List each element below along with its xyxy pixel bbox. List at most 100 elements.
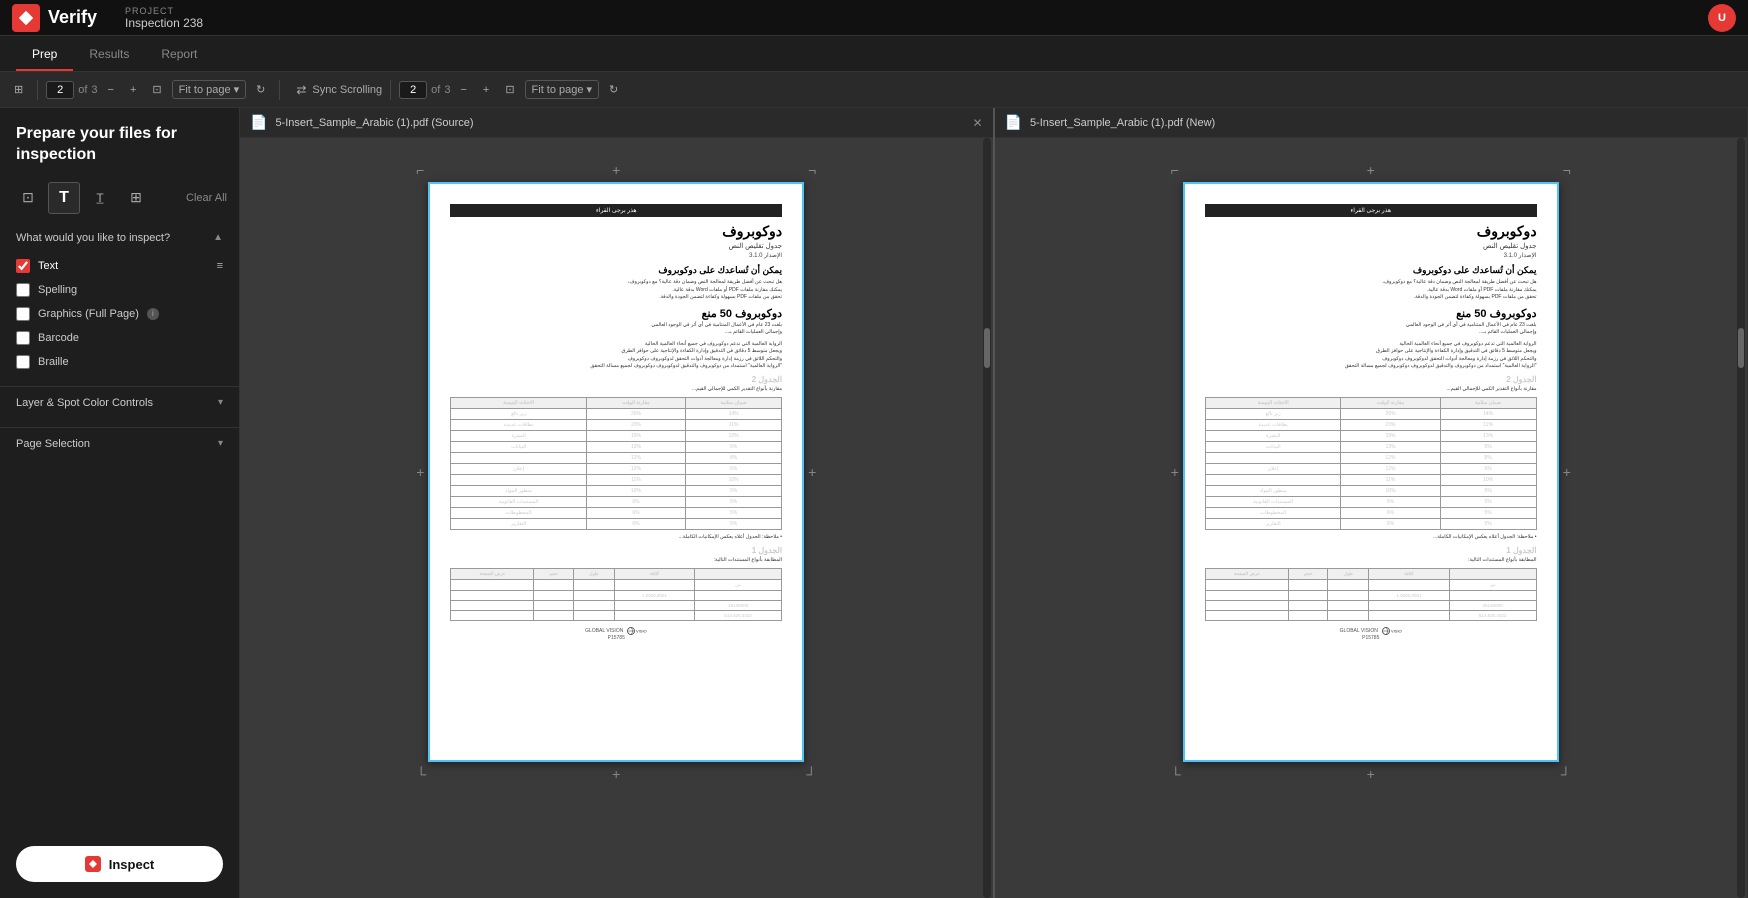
left-panel-close-button[interactable]: ✕ <box>972 116 982 130</box>
option-braille: Braille <box>16 350 223 374</box>
right-doc-footer: GLOBAL VISION VISION P15785 <box>1205 627 1537 641</box>
inspect-button[interactable]: Inspect <box>16 846 223 882</box>
right-pdf-icon: 📄 <box>1005 114 1022 131</box>
left-fit-chevron: ▾ <box>234 83 240 96</box>
left-corner-tl-icon: ⌐ <box>416 162 424 178</box>
left-fit-toggle[interactable]: ⊡ <box>146 79 167 100</box>
right-page-input[interactable]: 2 <box>399 81 427 99</box>
page-selection-chevron-icon: ▾ <box>218 438 223 449</box>
region-tool-button[interactable]: ⊞ <box>120 182 152 214</box>
left-refresh-button[interactable]: ↻ <box>250 79 271 100</box>
svg-text:VISION: VISION <box>636 629 647 634</box>
right-cross-top-icon: + <box>1367 162 1375 178</box>
project-label: PROJECT <box>125 6 203 16</box>
text-alt-tool-button[interactable]: T̲ <box>84 182 116 214</box>
spelling-label[interactable]: Spelling <box>38 284 77 296</box>
left-page-minus[interactable]: − <box>102 80 120 100</box>
right-cross-left-icon: + <box>1171 464 1179 480</box>
text-filter-icon[interactable]: ≡ <box>217 260 223 272</box>
left-note: • ملاحظة: الجدول أعلاه يعكس الإمكانيات ا… <box>450 534 782 542</box>
right-fit-toggle[interactable]: ⊡ <box>499 79 520 100</box>
right-panel-header: 📄 5-Insert_Sample_Arabic (1).pdf (New) <box>995 108 1748 138</box>
right-fit-page-button[interactable]: Fit to page ▾ <box>525 80 600 99</box>
right-doc-main: دوكوبروف جدول تقليص النص الإصدار 3.1.0 <box>1205 223 1537 259</box>
inspect-options: Text ≡ Spelling Graphics (Full Page) i B… <box>0 250 239 378</box>
user-avatar[interactable]: U <box>1708 4 1736 32</box>
left-bottom-controls: └ + ┘ <box>416 762 816 786</box>
left-doc-header-text: هذر برجى القراء <box>596 208 637 214</box>
nav-tabs: Prep Results Report <box>0 36 1748 72</box>
barcode-checkbox[interactable] <box>16 331 30 345</box>
right-refresh-button[interactable]: ↻ <box>603 79 624 100</box>
inspect-section-header[interactable]: What would you like to inspect? ▲ <box>0 222 239 250</box>
right-page-plus[interactable]: + <box>477 80 495 100</box>
braille-label[interactable]: Braille <box>38 356 69 368</box>
left-page-input[interactable]: 2 <box>46 81 74 99</box>
left-page-plus[interactable]: + <box>124 80 142 100</box>
tab-report[interactable]: Report <box>145 39 213 71</box>
right-page-minus[interactable]: − <box>454 80 472 100</box>
left-pdf-icon: 📄 <box>250 114 267 131</box>
right-scrollbar-thumb[interactable] <box>1738 328 1744 368</box>
layer-section-header[interactable]: Layer & Spot Color Controls ▾ <box>0 387 239 419</box>
right-footer-logo: GLOBAL VISION VISION <box>1205 627 1537 635</box>
spelling-checkbox[interactable] <box>16 283 30 297</box>
right-top-controls: ⌐ + ¬ <box>1171 158 1571 182</box>
crop-tool-button[interactable]: ⊡ <box>12 182 44 214</box>
inspect-section-label: What would you like to inspect? <box>16 232 170 244</box>
left-scrollbar-track[interactable] <box>983 138 991 898</box>
right-scrollbar-track[interactable] <box>1737 138 1745 898</box>
left-panel-content[interactable]: ⌐ + ¬ + هذر برجى القراء دوكوبروف <box>240 138 993 898</box>
left-version: الإصدار 3.1.0 <box>450 252 782 259</box>
sync-section: ⇄ Sync Scrolling <box>296 83 382 97</box>
inspect-btn-label: Inspect <box>109 857 155 872</box>
left-scrollbar-thumb[interactable] <box>984 328 990 368</box>
page-selection-header[interactable]: Page Selection ▾ <box>0 428 239 460</box>
text-checkbox[interactable] <box>16 259 30 273</box>
right-panel-title: 5-Insert_Sample_Arabic (1).pdf (New) <box>1030 117 1737 129</box>
braille-checkbox[interactable] <box>16 355 30 369</box>
inspect-btn-icon <box>85 856 101 872</box>
left-table1: كثافةطولحجمعرض الصفحة من 1.0000,0001 251… <box>450 568 782 621</box>
graphics-label[interactable]: Graphics (Full Page) <box>38 308 139 320</box>
tab-prep[interactable]: Prep <box>16 39 73 71</box>
right-panel-content[interactable]: ⌐ + ¬ + هذر برجى القراء دوكوبروف <box>995 138 1748 898</box>
right-page-number: P15785 <box>1205 635 1537 641</box>
right-page-total: 3 <box>444 84 450 96</box>
layer-section: Layer & Spot Color Controls ▾ <box>0 386 239 419</box>
right-body-text-1: هل تبحث عن أفضل طريقة لمعالجة النص وضمان… <box>1205 279 1537 302</box>
inspect-chevron-icon: ▲ <box>213 232 223 243</box>
tools-row: ⊡ T T̲ ⊞ Clear All <box>0 174 239 222</box>
right-main-title: دوكوبروف <box>1205 223 1537 240</box>
right-table1-intro: المطابقة بأنواع المستندات التالية: <box>1205 557 1537 565</box>
left-table2-title: الجدول 2 <box>450 375 782 384</box>
left-page-number: P15785 <box>450 635 782 641</box>
text-tool-button[interactable]: T <box>48 182 80 214</box>
left-panel-header: 📄 5-Insert_Sample_Arabic (1).pdf (Source… <box>240 108 993 138</box>
right-cross-bottom-icon: + <box>1367 766 1375 782</box>
left-body-text-3: الرواية العالمية التي تدعم دوكوبروف في ج… <box>450 341 782 371</box>
toolbar-divider-3 <box>390 80 391 100</box>
barcode-label[interactable]: Barcode <box>38 332 79 344</box>
right-panel: 📄 5-Insert_Sample_Arabic (1).pdf (New) ⌐… <box>995 108 1748 898</box>
thumbnail-view-button[interactable]: ⊞ <box>8 79 29 100</box>
right-fit-chevron: ▾ <box>587 83 593 96</box>
right-table2: ضمان سلامةمقارنة الوقتالاحتاث البنيسة 14… <box>1205 397 1537 530</box>
text-label[interactable]: Text <box>38 260 58 272</box>
clear-all-button[interactable]: Clear All <box>186 192 227 204</box>
main-content: Prepare your files for inspection ⊡ T T̲… <box>0 108 1748 898</box>
left-panel-title: 5-Insert_Sample_Arabic (1).pdf (Source) <box>275 117 964 129</box>
option-graphics: Graphics (Full Page) i <box>16 302 223 326</box>
right-version: الإصدار 3.1.0 <box>1205 252 1537 259</box>
toolbar-divider-2 <box>279 80 280 100</box>
left-offer-title: دوكوبروف 50 منع <box>450 307 782 320</box>
left-doc-footer: GLOBAL VISION VISION P15785 <box>450 627 782 641</box>
toolbar: ⊞ 2 of 3 − + ⊡ Fit to page ▾ ↻ ⇄ Sync Sc… <box>0 72 1748 108</box>
project-info: PROJECT Inspection 238 <box>125 6 203 30</box>
graphics-info-icon[interactable]: i <box>147 308 159 320</box>
sync-label: Sync Scrolling <box>312 84 382 96</box>
left-fit-page-button[interactable]: Fit to page ▾ <box>172 80 247 99</box>
right-fit-label: Fit to page <box>532 84 584 96</box>
graphics-checkbox[interactable] <box>16 307 30 321</box>
tab-results[interactable]: Results <box>73 39 145 71</box>
